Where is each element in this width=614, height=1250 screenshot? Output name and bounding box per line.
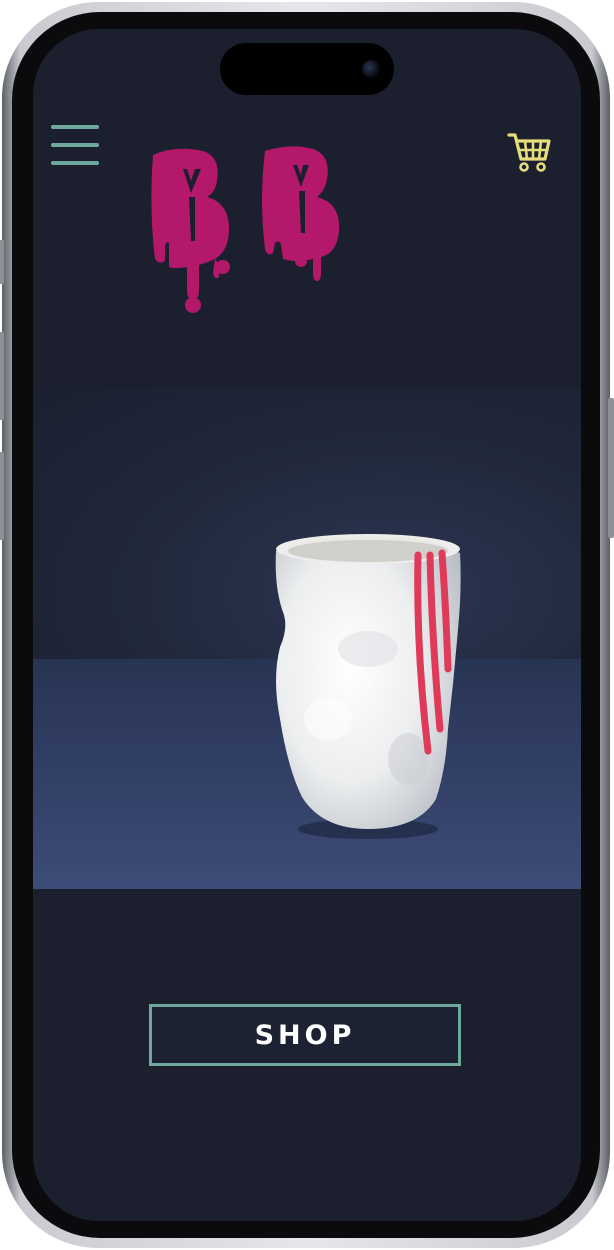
shopping-cart-icon[interactable] xyxy=(507,129,553,175)
power-button xyxy=(608,398,614,538)
app-screen: SHOP xyxy=(33,29,581,1221)
volume-up-button xyxy=(0,332,4,420)
hamburger-menu-icon[interactable] xyxy=(51,125,99,167)
front-camera xyxy=(362,60,380,78)
volume-down-button xyxy=(0,452,4,540)
hero-product-image[interactable] xyxy=(33,389,581,889)
dynamic-island xyxy=(220,43,394,95)
shop-button[interactable]: SHOP xyxy=(149,1004,461,1066)
brand-logo[interactable] xyxy=(145,141,377,333)
ceramic-vase xyxy=(275,534,461,839)
action-button xyxy=(0,240,4,284)
